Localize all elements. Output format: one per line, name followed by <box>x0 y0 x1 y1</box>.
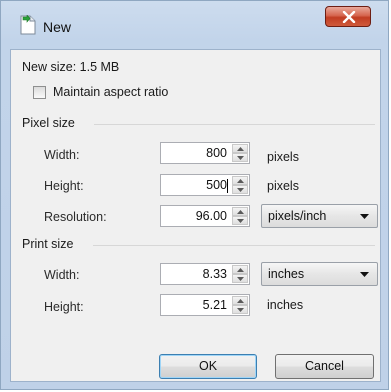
new-image-icon <box>20 14 36 35</box>
print-unit-dropdown[interactable]: inches <box>261 262 378 286</box>
resolution-unit-selected: pixels/inch <box>268 209 327 223</box>
pixel-height-unit: pixels <box>267 179 299 193</box>
pixel-width-value: 800 <box>206 146 227 160</box>
new-image-dialog: New New size: 1.5 MB Maintain aspect rat… <box>0 0 389 390</box>
print-size-group-label: Print size <box>22 237 74 251</box>
decrement-button[interactable] <box>232 153 248 162</box>
new-size-text: New size: 1.5 MB <box>22 60 120 74</box>
resolution-unit-dropdown[interactable]: pixels/inch <box>261 204 378 228</box>
print-height-label: Height: <box>44 300 84 314</box>
title-bar[interactable]: New <box>1 1 388 49</box>
print-width-label: Width: <box>44 268 80 282</box>
pixel-width-unit: pixels <box>267 150 299 164</box>
pixel-height-input[interactable]: 500 <box>160 174 250 196</box>
increment-button[interactable] <box>232 144 248 153</box>
pixel-width-spinner[interactable] <box>232 144 248 162</box>
ok-button[interactable]: OK <box>159 354 257 379</box>
pixel-size-divider <box>94 124 375 125</box>
maintain-aspect-ratio-label[interactable]: Maintain aspect ratio <box>53 85 168 99</box>
pixel-width-input[interactable]: 800 <box>160 142 250 164</box>
arrow-up-icon <box>237 268 244 272</box>
arrow-up-icon <box>237 299 244 303</box>
decrement-button[interactable] <box>232 305 248 314</box>
increment-button[interactable] <box>232 265 248 274</box>
decrement-button[interactable] <box>232 274 248 283</box>
increment-button[interactable] <box>232 296 248 305</box>
pixel-height-spinner[interactable] <box>232 176 248 194</box>
arrow-down-icon <box>237 219 244 223</box>
cancel-button[interactable]: Cancel <box>275 354 374 379</box>
chevron-down-icon <box>360 272 369 277</box>
pixel-width-label: Width: <box>44 148 80 162</box>
arrow-up-icon <box>237 179 244 183</box>
increment-button[interactable] <box>232 207 248 216</box>
resolution-spinner[interactable] <box>232 207 248 225</box>
resolution-label: Resolution: <box>44 210 107 224</box>
arrow-up-icon <box>237 147 244 151</box>
text-caret <box>227 179 228 193</box>
arrow-down-icon <box>237 156 244 160</box>
print-height-input[interactable]: 5.21 <box>160 294 250 316</box>
arrow-down-icon <box>237 277 244 281</box>
close-button[interactable] <box>325 6 371 27</box>
pixel-size-group-label: Pixel size <box>22 116 75 130</box>
print-width-value: 8.33 <box>202 267 227 281</box>
dialog-client-area: New size: 1.5 MB Maintain aspect ratio P… <box>10 49 381 382</box>
arrow-down-icon <box>237 308 244 312</box>
print-unit-selected: inches <box>268 267 305 281</box>
pixel-height-label: Height: <box>44 179 84 193</box>
arrow-down-icon <box>237 188 244 192</box>
maintain-aspect-ratio-checkbox[interactable] <box>33 86 46 99</box>
resolution-input[interactable]: 96.00 <box>160 205 250 227</box>
increment-button[interactable] <box>232 176 248 185</box>
print-width-spinner[interactable] <box>232 265 248 283</box>
decrement-button[interactable] <box>232 185 248 194</box>
decrement-button[interactable] <box>232 216 248 225</box>
arrow-up-icon <box>237 210 244 214</box>
print-size-divider <box>93 245 375 246</box>
chevron-down-icon <box>360 214 369 219</box>
window-title: New <box>43 19 72 35</box>
resolution-value: 96.00 <box>195 209 227 223</box>
print-height-spinner[interactable] <box>232 296 248 314</box>
print-height-unit: inches <box>267 298 304 312</box>
print-width-input[interactable]: 8.33 <box>160 263 250 285</box>
pixel-height-value: 500 <box>206 178 227 192</box>
print-height-value: 5.21 <box>202 298 227 312</box>
close-icon <box>342 11 356 23</box>
